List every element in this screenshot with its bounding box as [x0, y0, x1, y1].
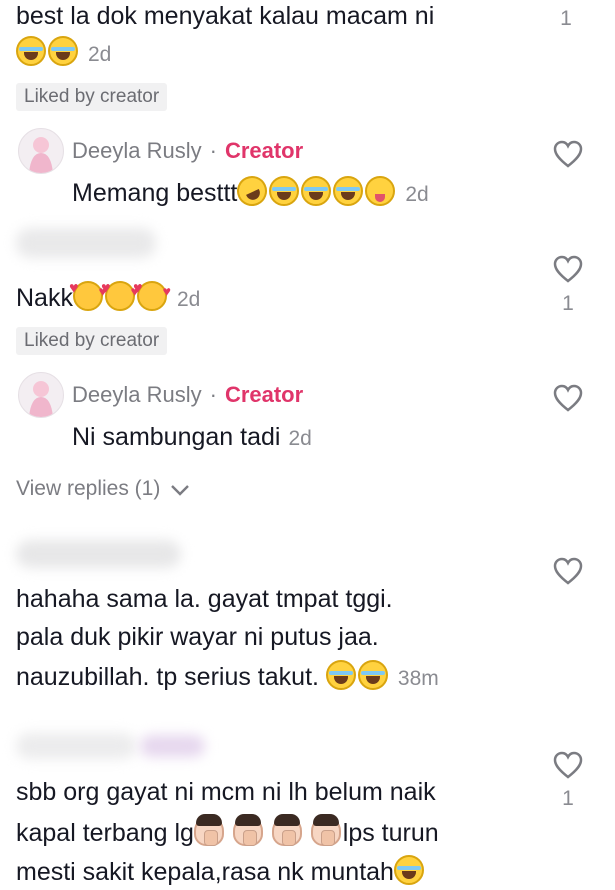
comment-line: mesti sakit kepala,rasa nk muntah: [16, 858, 394, 886]
comment-line-with-meta: nauzubillah. tp serius takut. 38m: [16, 660, 439, 695]
comment-line: lps turun: [342, 819, 439, 847]
comment-body: Nakk: [16, 284, 73, 312]
creator-avatar[interactable]: [18, 372, 64, 418]
author-name[interactable]: Deeyla Rusly: [72, 138, 202, 163]
laugh-emoji-icon: [333, 176, 364, 206]
timestamp: 2d: [176, 288, 201, 311]
laugh-emoji-icon: [16, 36, 46, 66]
separator: ·: [209, 382, 217, 407]
comment-line: sbb org gayat ni mcm ni lh belum naik: [16, 778, 436, 806]
avatar-image: [29, 137, 53, 173]
comment-line: pala duk pikir wayar ni putus jaa.: [16, 623, 379, 651]
liked-by-creator-badge: Liked by creator: [16, 327, 168, 355]
rofl-emoji-icon: [232, 171, 273, 211]
comment-line: kapal terbang lg: [16, 819, 194, 847]
blurred-username: [16, 540, 181, 568]
blurred-username-emoji: [140, 735, 205, 757]
laugh-emoji-icon: [357, 660, 388, 690]
comment-body: best la dok menyakat kalau macam ni: [16, 2, 435, 30]
heart-outline-icon[interactable]: [552, 556, 584, 586]
liked-by-creator-badge: Liked by creator: [16, 83, 168, 111]
laugh-emoji-icon: [48, 36, 78, 66]
laugh-emoji-icon: [269, 176, 300, 206]
laugh-emoji-icon: [301, 176, 332, 206]
timestamp: 38m: [397, 667, 439, 690]
avatar-image: [29, 381, 53, 417]
smiling-hearts-emoji-icon: [133, 273, 171, 311]
timestamp: 2d: [88, 43, 112, 66]
facepalm-emoji-icon: [193, 814, 224, 846]
comment-text: best la dok menyakat kalau macam ni: [16, 0, 434, 32]
blurred-username: [16, 733, 136, 759]
creator-tag: Creator: [224, 138, 304, 163]
comment-meta: 2d: [16, 36, 111, 71]
comment-line-with-emoji: mesti sakit kepala,rasa nk muntah: [16, 855, 426, 888]
reply-text: Ni sambungan tadi 2d: [72, 421, 312, 455]
reply-author-line: Deeyla Rusly · Creator: [72, 138, 303, 164]
chevron-down-icon: [171, 485, 190, 496]
smiling-hearts-emoji-icon: [69, 273, 107, 311]
like-count: 1: [562, 787, 574, 810]
heart-outline-icon[interactable]: [552, 750, 584, 780]
comment-line-with-emoji: kapal terbang lg lps turun: [16, 814, 439, 849]
facepalm-emoji-icon: [232, 814, 263, 846]
view-replies-label: View replies (1): [16, 477, 161, 500]
reply-text: Memang besttt 2d: [72, 171, 429, 211]
separator: ·: [209, 138, 217, 163]
reply-body: Ni sambungan tadi: [72, 423, 281, 451]
timestamp: 2d: [288, 427, 312, 450]
view-replies-button[interactable]: View replies (1): [16, 477, 190, 501]
facepalm-emoji-icon: [310, 814, 341, 846]
reply-author-line: Deeyla Rusly · Creator: [72, 382, 303, 408]
creator-tag: Creator: [224, 382, 304, 407]
timestamp: 2d: [405, 183, 429, 206]
laugh-emoji-icon: [325, 660, 356, 690]
like-count: 1: [560, 7, 572, 30]
like-count: 1: [562, 292, 574, 315]
comment-line: hahaha sama la. gayat tmpat tggi.: [16, 585, 393, 613]
heart-outline-icon[interactable]: [552, 139, 584, 169]
heart-outline-icon[interactable]: [552, 254, 584, 284]
heart-outline-icon[interactable]: [552, 383, 584, 413]
reply-body: Memang besttt: [72, 179, 238, 207]
smiling-hearts-emoji-icon: [101, 273, 139, 311]
laugh-emoji-icon: [393, 855, 424, 885]
facepalm-emoji-icon: [271, 814, 302, 846]
creator-avatar[interactable]: [18, 128, 64, 174]
comment-line: nauzubillah. tp serius takut.: [16, 663, 319, 691]
blurred-username: [16, 228, 156, 258]
comment-text: Nakk 2d: [16, 273, 201, 316]
crazy-face-emoji-icon: [365, 176, 396, 206]
author-name[interactable]: Deeyla Rusly: [72, 382, 202, 407]
